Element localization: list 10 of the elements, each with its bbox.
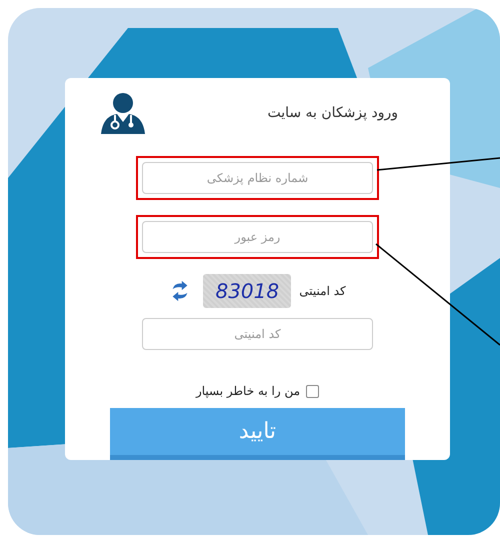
input-field[interactable]: شماره نظام پزشکی xyxy=(142,162,373,194)
doctor-icon xyxy=(99,92,147,134)
remember-label: من را به خاطر بسپار xyxy=(196,384,300,398)
captcha-input-field[interactable]: کد امنیتی xyxy=(142,318,373,350)
captcha-label: کد امنیتی xyxy=(299,284,346,298)
captcha-image: 83018 xyxy=(203,274,292,308)
login-title: ورود پزشکان به سایت xyxy=(267,105,398,121)
submit-button[interactable]: تایید xyxy=(110,408,405,460)
input-field[interactable]: رمز عبور xyxy=(142,221,373,253)
remember-checkbox[interactable] xyxy=(306,384,320,398)
